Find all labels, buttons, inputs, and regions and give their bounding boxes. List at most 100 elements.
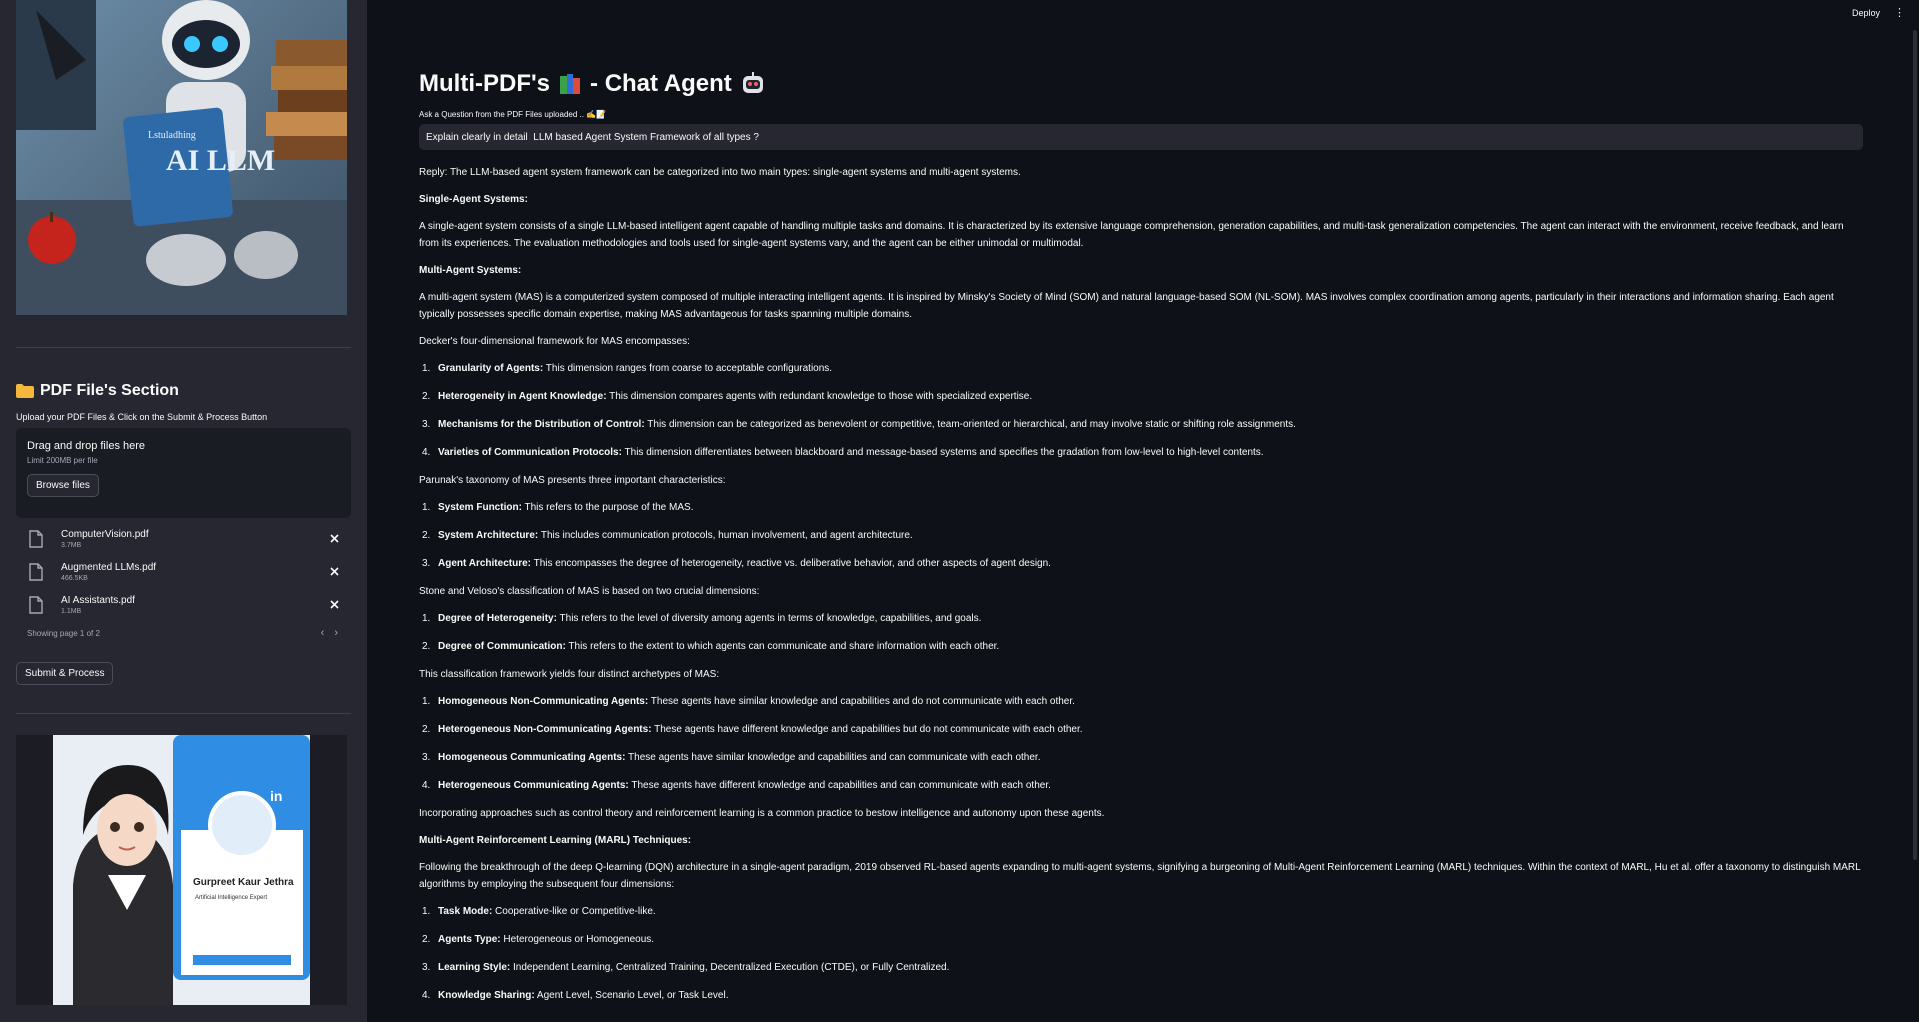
profile-role: Artificial Intelligence Expert bbox=[195, 895, 267, 901]
list-description: These agents have different knowledge an… bbox=[628, 780, 1051, 791]
list-description: These agents have similar knowledge and … bbox=[648, 696, 1075, 707]
chevron-right-icon[interactable]: › bbox=[334, 627, 338, 639]
list-body: System Architecture: This includes commu… bbox=[438, 527, 913, 544]
question-input[interactable] bbox=[419, 124, 1863, 150]
page-title-text: Multi-PDF's bbox=[419, 70, 551, 97]
list-body: Heterogeneous Non-Communicating Agents: … bbox=[438, 721, 1083, 738]
list-term: Learning Style: bbox=[438, 962, 511, 973]
list-body: Heterogeneous Communicating Agents: Thes… bbox=[438, 777, 1051, 794]
list-term: Knowledge Sharing: bbox=[438, 990, 535, 1001]
list-description: This dimension compares agents with redu… bbox=[606, 391, 1033, 402]
page-title-suffix: - Chat Agent bbox=[590, 70, 732, 97]
list-term: Agents Type: bbox=[438, 934, 501, 945]
sidebar: AI LLM Lstuladhing PDF File's Section Up… bbox=[0, 0, 367, 1022]
file-size: 466.5KB bbox=[61, 574, 88, 582]
list-description: Cooperative-like or Competitive-like. bbox=[492, 906, 656, 917]
scrollbar[interactable] bbox=[1913, 30, 1917, 860]
list-item: 4. Knowledge Sharing: Agent Level, Scenar… bbox=[419, 987, 1863, 1004]
list-body: Heterogeneity in Agent Knowledge: This d… bbox=[438, 388, 1032, 405]
file-item: Augmented LLMs.pdf 466.5KB bbox=[16, 555, 351, 588]
answer-heading: Multi-Agent Systems: bbox=[419, 265, 522, 276]
list-term: Heterogeneity in Agent Knowledge: bbox=[438, 391, 607, 402]
list-term: Homogeneous Communicating Agents: bbox=[438, 752, 626, 763]
sidebar-divider bbox=[16, 713, 351, 714]
decker-list: 1. Granularity of Agents: This dimension … bbox=[419, 360, 1863, 461]
remove-file-icon[interactable] bbox=[326, 564, 342, 580]
answer-paragraph: Parunak's taxonomy of MAS presents three… bbox=[419, 475, 726, 486]
list-body: Knowledge Sharing: Agent Level, Scenario… bbox=[438, 987, 729, 1004]
list-number: 1. bbox=[422, 363, 431, 374]
deploy-button[interactable]: Deploy bbox=[1852, 8, 1880, 18]
list-term: Varieties of Communication Protocols: bbox=[438, 447, 622, 458]
robot-icon bbox=[742, 72, 763, 93]
main-area: Deploy ⋮ Multi-PDF's - Chat Agent Ask a … bbox=[367, 0, 1919, 1022]
list-description: Agent Level, Scenario Level, or Task Lev… bbox=[534, 990, 729, 1001]
list-description: This encompasses the degree of heterogen… bbox=[530, 558, 1051, 569]
list-term: Agent Architecture: bbox=[438, 558, 531, 569]
browse-files-button[interactable]: Browse files bbox=[27, 474, 99, 497]
file-dropzone[interactable]: Drag and drop files here Limit 200MB per… bbox=[16, 428, 351, 518]
list-term: Task Mode: bbox=[438, 906, 493, 917]
file-pager: Showing page 1 of 2 ‹ › bbox=[16, 621, 351, 639]
list-description: Independent Learning, Centralized Traini… bbox=[510, 962, 950, 973]
robot-reading-hero-image: AI LLM Lstuladhing bbox=[16, 0, 347, 315]
answer-paragraph: Incorporating approaches such as control… bbox=[419, 808, 1105, 819]
list-description: This dimension can be categorized as ben… bbox=[644, 419, 1296, 430]
file-icon bbox=[29, 562, 43, 581]
answer-paragraph: A single-agent system consists of a sing… bbox=[419, 221, 1844, 249]
list-number: 1. bbox=[422, 502, 431, 513]
list-number: 2. bbox=[422, 391, 431, 402]
list-term: Homogeneous Non-Communicating Agents: bbox=[438, 696, 649, 707]
dropzone-limit: Limit 200MB per file bbox=[27, 456, 98, 465]
answer-heading: Single-Agent Systems: bbox=[419, 194, 528, 205]
answer-panel: Reply: The LLM-based agent system framew… bbox=[419, 164, 1863, 1004]
list-number: 1. bbox=[422, 906, 431, 917]
list-number: 3. bbox=[422, 962, 431, 973]
list-body: Task Mode: Cooperative-like or Competiti… bbox=[438, 903, 656, 920]
question-label-text: Ask a Question from the PDF Files upload… bbox=[419, 110, 607, 119]
list-number: 2. bbox=[422, 530, 431, 541]
profile-name: Gurpreet Kaur Jethra bbox=[193, 877, 294, 888]
list-number: 4. bbox=[422, 990, 431, 1001]
list-number: 1. bbox=[422, 696, 431, 707]
archetype-list: 1. Homogeneous Non-Communicating Agents: … bbox=[419, 693, 1863, 794]
submit-process-button[interactable]: Submit & Process bbox=[16, 662, 114, 685]
remove-file-icon[interactable] bbox=[326, 531, 342, 547]
list-item: 2. Heterogeneous Non-Communicating Agents… bbox=[419, 721, 1863, 738]
hero-book-subtitle: Lstuladhing bbox=[148, 130, 196, 141]
list-term: Heterogeneous Communicating Agents: bbox=[438, 780, 629, 791]
pager-text: Showing page 1 of 2 bbox=[27, 628, 100, 638]
list-item: 3. Learning Style: Independent Learning, … bbox=[419, 959, 1863, 976]
list-item: 3. Mechanisms for the Distribution of Con… bbox=[419, 416, 1863, 433]
list-item: 1. Granularity of Agents: This dimension … bbox=[419, 360, 1863, 377]
more-menu-icon[interactable]: ⋮ bbox=[1894, 6, 1905, 19]
answer-paragraph: A multi-agent system (MAS) is a computer… bbox=[419, 292, 1834, 320]
list-body: Degree of Communication: This refers to … bbox=[438, 638, 999, 655]
list-number: 2. bbox=[422, 934, 431, 945]
list-number: 3. bbox=[422, 419, 431, 430]
file-icon bbox=[29, 529, 43, 548]
list-description: These agents have similar knowledge and … bbox=[625, 752, 1041, 763]
books-icon bbox=[560, 74, 581, 94]
chevron-left-icon[interactable]: ‹ bbox=[321, 627, 325, 639]
list-item: 4. Varieties of Communication Protocols: … bbox=[419, 444, 1863, 461]
list-number: 2. bbox=[422, 724, 431, 735]
list-description: This dimension differentiates between bl… bbox=[621, 447, 1264, 458]
folder-icon bbox=[16, 384, 34, 398]
file-name: Augmented LLMs.pdf bbox=[61, 561, 157, 573]
list-term: Heterogeneous Non-Communicating Agents: bbox=[438, 724, 652, 735]
list-body: Homogeneous Communicating Agents: These … bbox=[438, 749, 1040, 766]
list-term: Mechanisms for the Distribution of Contr… bbox=[438, 419, 645, 430]
list-description: These agents have different knowledge an… bbox=[651, 724, 1083, 735]
list-body: Agent Architecture: This encompasses the… bbox=[438, 555, 1051, 572]
remove-file-icon[interactable] bbox=[326, 597, 342, 613]
profile-avatar-image: in Gurpreet Kaur Jethra Artificial Intel… bbox=[53, 735, 310, 1005]
sidebar-divider bbox=[16, 347, 351, 348]
top-toolbar: Deploy ⋮ bbox=[1852, 6, 1905, 19]
list-item: 3. Agent Architecture: This encompasses t… bbox=[419, 555, 1863, 572]
list-description: Heterogeneous or Homogeneous. bbox=[500, 934, 655, 945]
list-item: 2. Degree of Communication: This refers t… bbox=[419, 638, 1863, 655]
file-name: AI Assistants.pdf bbox=[61, 594, 135, 606]
marl-list: 1. Task Mode: Cooperative-like or Competi… bbox=[419, 903, 1863, 1004]
hero-book-title: AI LLM bbox=[166, 144, 275, 177]
